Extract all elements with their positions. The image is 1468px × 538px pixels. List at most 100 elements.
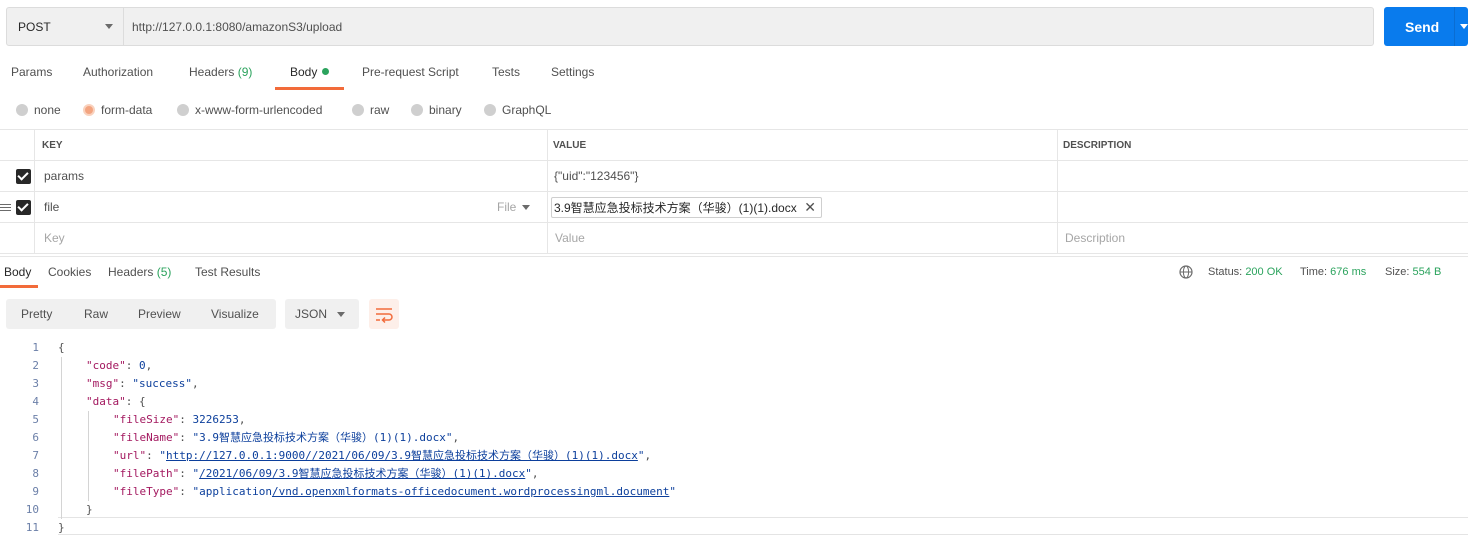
send-divider <box>1454 7 1455 46</box>
wrap-lines-icon <box>376 308 393 324</box>
radio-binary[interactable]: binary <box>411 101 462 119</box>
radio-raw[interactable]: raw <box>352 101 389 119</box>
tab-settings[interactable]: Settings <box>551 56 594 90</box>
radio-urlencoded[interactable]: x-www-form-urlencoded <box>177 101 322 119</box>
key-type-label: File <box>497 200 517 214</box>
radio-graphql-label: GraphQL <box>502 103 552 117</box>
json-quote: " <box>669 485 676 498</box>
radio-binary-icon <box>411 104 423 116</box>
key-column-header: KEY <box>42 139 63 151</box>
tab-body[interactable]: Body <box>274 56 345 90</box>
description-cell[interactable] <box>1063 161 1463 191</box>
response-headers-count: (5) <box>156 265 172 279</box>
description-placeholder[interactable]: Description <box>1065 223 1125 253</box>
json-key: "fileName" <box>113 431 180 444</box>
format-select-label: JSON <box>295 307 328 321</box>
response-tab-cookies[interactable]: Cookies <box>48 258 91 288</box>
response-divider <box>0 256 1468 257</box>
radio-urlencoded-icon <box>177 104 189 116</box>
radio-graphql[interactable]: GraphQL <box>484 101 551 119</box>
json-key: "filePath" <box>113 467 180 480</box>
column-divider <box>34 192 35 222</box>
raw-button[interactable]: Raw <box>84 299 108 329</box>
json-key: "url" <box>113 449 147 462</box>
response-tab-body[interactable]: Body <box>0 258 39 288</box>
code-text: { <box>58 341 65 354</box>
json-key: "fileSize" <box>113 413 180 426</box>
indent-guide <box>61 357 62 519</box>
url-input[interactable]: http://127.0.0.1:8080/amazonS3/upload <box>124 8 1373 45</box>
table-row-empty: Key Value Description <box>0 223 1468 254</box>
pretty-button[interactable]: Pretty <box>21 299 52 329</box>
json-link-value[interactable]: /2021/06/09/3.9智慧应急投标技术方案（华骏）(1)(1).docx <box>199 467 525 480</box>
indent-guide <box>88 411 89 501</box>
column-divider <box>547 223 548 253</box>
json-quote: " <box>525 467 532 480</box>
column-divider <box>34 161 35 191</box>
column-divider <box>547 192 548 222</box>
key-cell[interactable]: params <box>44 161 84 191</box>
tab-params-label: Params <box>11 65 53 79</box>
radio-urlencoded-label: x-www-form-urlencoded <box>195 103 323 117</box>
tab-params[interactable]: Params <box>11 56 52 90</box>
drag-handle-icon[interactable] <box>0 204 11 212</box>
send-options-icon[interactable] <box>1460 24 1468 29</box>
code-text: } <box>86 503 93 516</box>
table-row: file File 3.9智慧应急投标技术方案（华骏）(1)(1).docx ✕ <box>0 192 1468 223</box>
value-column-header: VALUE <box>553 139 587 151</box>
key-placeholder[interactable]: Key <box>44 223 65 253</box>
globe-icon[interactable] <box>1179 265 1193 279</box>
code-text: } <box>58 521 65 534</box>
size-readout: Size: 554 B <box>1385 258 1441 288</box>
column-divider <box>34 223 35 253</box>
close-icon[interactable]: ✕ <box>804 199 816 216</box>
key-type-select[interactable]: File <box>497 192 531 222</box>
column-divider <box>547 130 548 160</box>
radio-none[interactable]: none <box>16 101 61 119</box>
json-key: "code" <box>86 359 126 372</box>
column-divider <box>547 161 548 191</box>
method-select[interactable]: POST <box>7 8 124 45</box>
preview-button[interactable]: Preview <box>138 299 181 329</box>
json-value: "application <box>192 485 272 498</box>
status-label: Status: <box>1208 266 1243 278</box>
table-row: params {"uid":"123456"} <box>0 161 1468 192</box>
tab-tests[interactable]: Tests <box>492 56 520 90</box>
time-value: 676 ms <box>1330 266 1367 278</box>
json-key: "data" <box>86 395 126 408</box>
visualize-button[interactable]: Visualize <box>211 299 259 329</box>
status-value: 200 OK <box>1245 266 1283 278</box>
size-label: Size: <box>1385 266 1410 278</box>
radio-form-data[interactable]: form-data <box>83 101 152 119</box>
value-placeholder[interactable]: Value <box>555 223 585 253</box>
tab-headers[interactable]: Headers (9) <box>189 56 252 90</box>
file-name: 3.9智慧应急投标技术方案（华骏）(1)(1).docx <box>554 201 797 215</box>
json-quote: " <box>159 449 166 462</box>
format-button-group: Pretty Raw Preview Visualize <box>6 299 276 329</box>
tab-authorization[interactable]: Authorization <box>83 56 153 90</box>
response-tab-test-results[interactable]: Test Results <box>195 258 260 288</box>
value-cell[interactable]: {"uid":"123456"} <box>554 161 638 191</box>
json-value: "3.9智慧应急投标技术方案（华骏）(1)(1).docx" <box>192 431 453 444</box>
wrap-lines-button[interactable] <box>369 299 399 329</box>
tab-prerequest-script[interactable]: Pre-request Script <box>362 56 459 90</box>
json-value: 3226253 <box>192 413 239 426</box>
file-chip: 3.9智慧应急投标技术方案（华骏）(1)(1).docx ✕ <box>551 197 822 218</box>
row-checkbox[interactable] <box>16 169 31 184</box>
send-label: Send <box>1405 18 1440 35</box>
json-link-value[interactable]: http://127.0.0.1:9000//2021/06/09/3.9智慧应… <box>166 449 638 462</box>
tab-body-label: Body <box>290 65 318 79</box>
key-cell[interactable]: file <box>44 192 59 222</box>
response-tab-headers[interactable]: Headers (5) <box>108 258 171 288</box>
row-checkbox[interactable] <box>16 200 31 215</box>
json-link-value[interactable]: /vnd.openxmlformats-officedocument.wordp… <box>272 485 669 498</box>
chevron-down-icon <box>337 312 345 317</box>
column-divider <box>1057 161 1058 191</box>
format-select[interactable]: JSON <box>285 299 359 329</box>
time-label: Time: <box>1300 266 1328 278</box>
column-divider <box>1057 130 1058 160</box>
send-button[interactable]: Send <box>1384 7 1468 46</box>
json-key: "fileType" <box>113 485 180 498</box>
radio-graphql-icon <box>484 104 496 116</box>
column-divider <box>1057 223 1058 253</box>
